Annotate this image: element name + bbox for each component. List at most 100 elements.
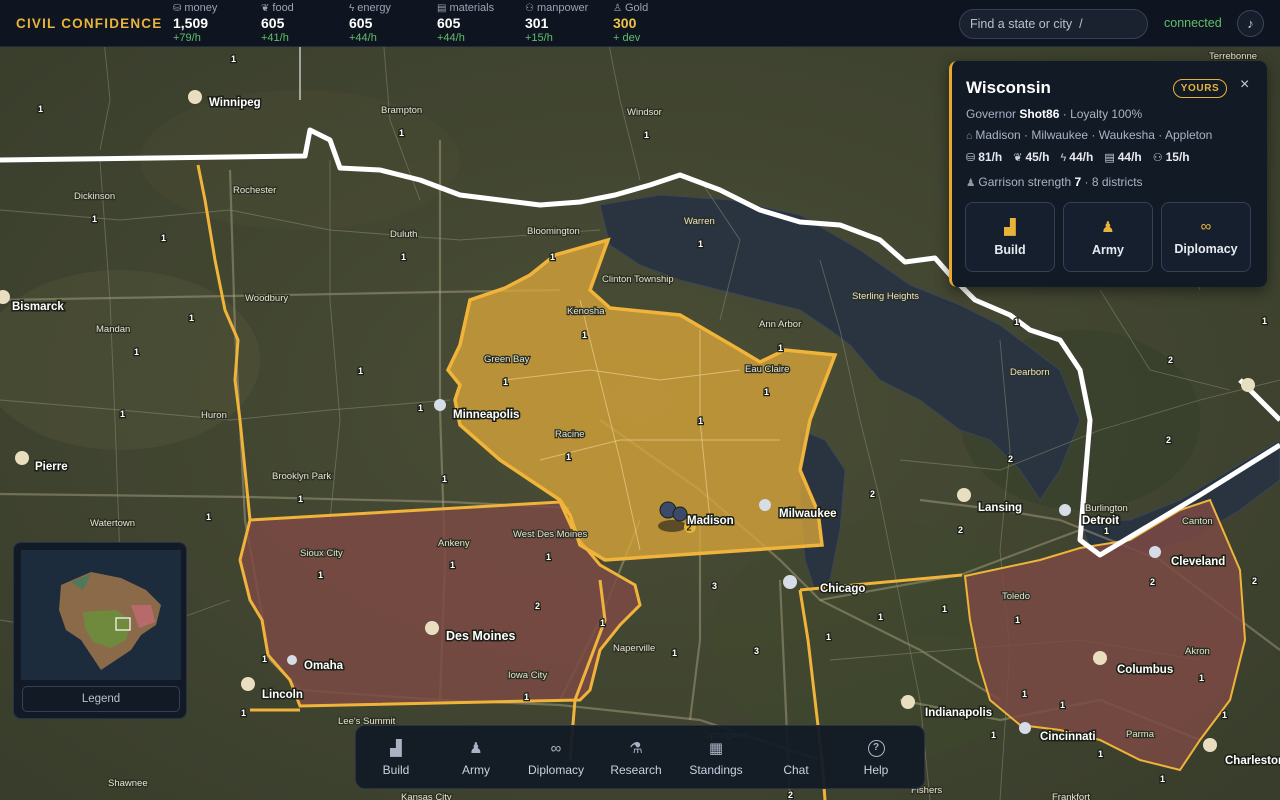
- garrison-line: ♟ Garrison strength 7 · 8 districts: [966, 175, 1143, 189]
- svg-text:Ankeny: Ankeny: [438, 538, 470, 549]
- svg-text:Canton: Canton: [1182, 516, 1213, 527]
- flask-icon: ⚗: [629, 739, 643, 757]
- svg-text:1: 1: [826, 632, 831, 642]
- factory-icon: ▟: [1004, 218, 1016, 236]
- svg-text:1: 1: [358, 366, 363, 376]
- resource-rate: + dev: [613, 32, 641, 44]
- svg-text:Duluth: Duluth: [390, 229, 417, 240]
- resource-rate: +79/h: [173, 32, 201, 44]
- svg-text:Toledo: Toledo: [1002, 591, 1030, 602]
- svg-text:1: 1: [450, 560, 455, 570]
- svg-text:Cleveland: Cleveland: [1171, 556, 1225, 568]
- capital-marker: [901, 695, 915, 709]
- army-button[interactable]: ♟ Army: [1063, 202, 1153, 272]
- svg-text:Parma: Parma: [1126, 729, 1155, 740]
- legend-button[interactable]: Legend: [22, 686, 180, 712]
- svg-text:1: 1: [942, 604, 947, 614]
- close-panel-button[interactable]: ×: [1240, 76, 1249, 94]
- svg-text:Sioux City: Sioux City: [300, 548, 343, 559]
- cities-line: ⌂ Madison · Milwaukee · Waukesha · Applet…: [966, 128, 1212, 142]
- resource-money[interactable]: ⛁ money 1,509 +79/h: [173, 2, 217, 46]
- rate-materials: ▤ 44/h: [1104, 150, 1142, 164]
- svg-text:2: 2: [535, 601, 540, 611]
- nav-build[interactable]: ▟ Build: [356, 726, 436, 790]
- governor-line: Governor Shot86 · Loyalty 100%: [966, 107, 1142, 121]
- svg-text:1: 1: [644, 130, 649, 140]
- resource-label: money: [184, 2, 218, 14]
- build-button[interactable]: ▟ Build: [965, 202, 1055, 272]
- nav-army[interactable]: ♟ Army: [436, 726, 516, 790]
- resource-food[interactable]: ❦ food 605 +41/h: [261, 2, 294, 46]
- resource-energy[interactable]: ϟ energy 605 +44/h: [349, 2, 391, 46]
- svg-text:1: 1: [698, 416, 703, 426]
- resource-value: 1,509: [173, 15, 209, 31]
- svg-text:Rochester: Rochester: [233, 185, 276, 196]
- svg-text:Ann Arbor: Ann Arbor: [759, 319, 801, 330]
- resource-label: Gold: [624, 2, 649, 14]
- svg-text:Mandan: Mandan: [96, 324, 130, 335]
- nav-research[interactable]: ⚗ Research: [596, 726, 676, 790]
- resource-label: energy: [357, 2, 391, 14]
- svg-text:1: 1: [550, 252, 555, 262]
- svg-text:Brampton: Brampton: [381, 105, 422, 116]
- resource-rate: +15/h: [525, 32, 553, 44]
- capital-marker: [425, 621, 439, 635]
- materials-icon: ▤: [1104, 152, 1115, 164]
- city-icon: ⌂: [966, 130, 973, 142]
- svg-text:1: 1: [442, 474, 447, 484]
- svg-text:Chicago: Chicago: [820, 583, 865, 595]
- svg-text:West Des Moines: West Des Moines: [513, 529, 588, 540]
- svg-text:1: 1: [1060, 700, 1065, 710]
- nav-diplomacy[interactable]: ∞ Diplomacy: [516, 726, 596, 790]
- svg-text:1: 1: [764, 387, 769, 397]
- svg-text:2: 2: [1008, 454, 1013, 464]
- svg-text:Racine: Racine: [555, 429, 585, 440]
- nav-standings[interactable]: ▦ Standings: [676, 726, 756, 790]
- loyalty-value: · Loyalty 100%: [1062, 107, 1143, 121]
- svg-text:Milwaukee: Milwaukee: [779, 508, 837, 520]
- nav-chat[interactable]: Chat: [756, 726, 836, 790]
- svg-text:2: 2: [1150, 577, 1155, 587]
- resource-rate: +44/h: [437, 32, 465, 44]
- city-marker: [1149, 546, 1161, 558]
- top-bar: CIVIL CONFIDENCE ⛁ money 1,509 +79/h ❦ foo…: [0, 0, 1280, 47]
- svg-text:Naperville: Naperville: [613, 643, 655, 654]
- resource-rate: +44/h: [349, 32, 377, 44]
- bottom-nav: ▟ Build ♟ Army ∞ Diplomacy ⚗ Research ▦ …: [355, 725, 925, 789]
- governor-name[interactable]: Shot86: [1019, 107, 1059, 121]
- svg-text:2: 2: [958, 525, 963, 535]
- resource-value: 605: [349, 15, 373, 31]
- diplomacy-button[interactable]: ∞ Diplomacy: [1161, 202, 1251, 272]
- resource-materials[interactable]: ▤ materials 605 +44/h: [437, 2, 494, 46]
- svg-text:1: 1: [38, 104, 43, 114]
- svg-text:1: 1: [524, 692, 529, 702]
- svg-text:Akron: Akron: [1185, 646, 1210, 657]
- svg-text:3: 3: [754, 646, 759, 656]
- music-toggle-button[interactable]: ♪: [1237, 10, 1264, 37]
- capital-marker: [1093, 651, 1107, 665]
- soldier-icon: ♟: [966, 177, 976, 189]
- svg-text:Watertown: Watertown: [90, 518, 135, 529]
- city-marker: [759, 499, 771, 511]
- svg-text:Columbus: Columbus: [1117, 664, 1173, 676]
- svg-text:1: 1: [262, 654, 267, 664]
- svg-text:1: 1: [1022, 689, 1027, 699]
- svg-text:3: 3: [712, 581, 717, 591]
- svg-text:Indianapolis: Indianapolis: [925, 707, 992, 719]
- music-note-icon: ♪: [1247, 16, 1254, 31]
- minimap[interactable]: Legend: [13, 542, 187, 719]
- svg-text:Iowa City: Iowa City: [508, 670, 547, 681]
- svg-text:1: 1: [1262, 316, 1267, 326]
- soldier-icon: ♟: [469, 739, 483, 757]
- resource-gold[interactable]: ♙ Gold 300 + dev: [613, 2, 648, 46]
- resource-rate: +41/h: [261, 32, 289, 44]
- search-input[interactable]: [959, 9, 1148, 39]
- nav-help[interactable]: ? Help: [836, 726, 916, 790]
- garrison-value: 7: [1074, 175, 1082, 189]
- resource-manpower[interactable]: ⚇ manpower 301 +15/h: [525, 2, 588, 46]
- connection-status: connected: [1164, 16, 1222, 30]
- svg-text:1: 1: [1014, 317, 1019, 327]
- minimap-view[interactable]: [21, 550, 181, 680]
- svg-text:Bismarck: Bismarck: [12, 301, 64, 313]
- svg-text:Pierre: Pierre: [35, 461, 68, 473]
